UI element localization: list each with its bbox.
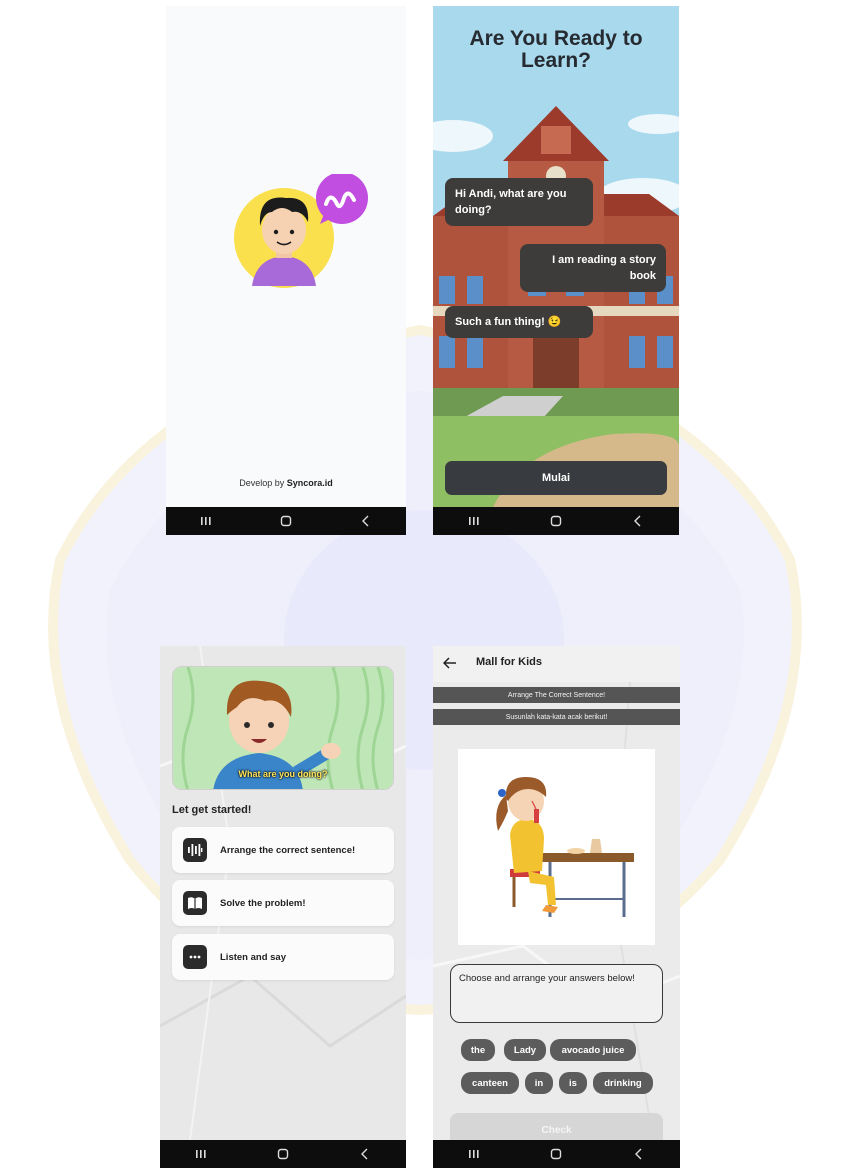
credit-brand: Syncora.id: [286, 478, 333, 488]
back-button[interactable]: [345, 1140, 385, 1168]
developer-credit: Develop by Syncora.id: [166, 478, 406, 488]
recents-icon: [196, 1150, 206, 1158]
menu-item-listen-say[interactable]: Listen and say: [172, 934, 394, 980]
word-chip[interactable]: canteen: [461, 1072, 519, 1094]
back-button[interactable]: [618, 507, 658, 535]
menu-item-label: Solve the problem!: [220, 897, 306, 909]
back-button[interactable]: [346, 507, 386, 535]
back-chevron-icon: [634, 515, 641, 527]
back-chevron-icon: [361, 1148, 368, 1160]
word-chip[interactable]: avocado juice: [550, 1039, 636, 1061]
word-chip[interactable]: drinking: [593, 1072, 653, 1094]
splash-screen: Develop by Syncora.id: [166, 6, 406, 535]
back-button[interactable]: [619, 1140, 659, 1168]
menu-screen: What are you doing? Let get started! Arr…: [160, 646, 406, 1168]
chat-dots-icon: [183, 945, 207, 969]
chat-bubble-reply: Such a fun thing! 😉: [445, 306, 593, 338]
word-chip[interactable]: is: [559, 1072, 587, 1094]
intro-title: Are You Ready to Learn?: [469, 27, 643, 72]
menu-heading: Let get started!: [172, 804, 252, 816]
credit-prefix: Develop by: [239, 478, 287, 488]
back-chevron-icon: [362, 515, 369, 527]
recents-button[interactable]: [181, 1140, 221, 1168]
waveform-icon: [183, 838, 207, 862]
app-bar: Mall for Kids: [433, 646, 680, 682]
answer-box[interactable]: Choose and arrange your answers below!: [450, 964, 663, 1023]
menu-item-label: Listen and say: [220, 951, 286, 963]
recents-button[interactable]: [186, 507, 226, 535]
word-chip[interactable]: the: [461, 1039, 495, 1061]
system-navbar: [166, 507, 406, 535]
menu-item-label: Arrange the correct sentence!: [220, 844, 356, 856]
home-icon: [550, 515, 562, 527]
chat-bubble-question: Hi Andi, what are you doing?: [445, 178, 593, 226]
word-chip[interactable]: Lady: [504, 1039, 546, 1061]
instruction-english: Arrange The Correct Sentence!: [433, 687, 680, 703]
exercise-screen: Mall for Kids Arrange The Correct Senten…: [433, 646, 680, 1168]
home-icon: [277, 1148, 289, 1160]
book-icon: [183, 891, 207, 915]
menu-item-solve-problem[interactable]: Solve the problem!: [172, 880, 394, 926]
back-chevron-icon: [634, 1148, 642, 1160]
home-button[interactable]: [266, 507, 306, 535]
arrow-left-icon[interactable]: [443, 656, 457, 670]
home-icon: [551, 1148, 562, 1160]
instruction-indonesian: Susunlah kata-kata acak berikut!: [433, 709, 680, 725]
page-title: Mall for Kids: [476, 656, 543, 668]
video-subtitle: What are you doing?: [238, 769, 328, 779]
app-logo-icon: [234, 174, 368, 288]
girl-drinking-illustration: [458, 749, 655, 945]
seal-watermark: [48, 324, 802, 1016]
video-banner[interactable]: What are you doing?: [172, 666, 394, 790]
home-button[interactable]: [536, 1140, 576, 1168]
home-button[interactable]: [263, 1140, 303, 1168]
menu-item-arrange-sentence[interactable]: Arrange the correct sentence!: [172, 827, 394, 873]
recents-icon: [469, 1150, 479, 1158]
system-navbar: [433, 1140, 680, 1168]
exercise-picture: [458, 749, 655, 945]
home-icon: [280, 515, 292, 527]
recents-icon: [469, 517, 479, 525]
home-button[interactable]: [536, 507, 576, 535]
intro-screen: Are You Ready to Learn? Hi Andi, what ar…: [433, 6, 679, 535]
system-navbar: [433, 507, 679, 535]
word-chip[interactable]: in: [525, 1072, 553, 1094]
system-navbar: [160, 1140, 406, 1168]
chat-bubble-answer: I am reading a story book: [520, 244, 666, 292]
start-button[interactable]: Mulai: [445, 461, 667, 495]
recents-button[interactable]: [454, 507, 494, 535]
recents-icon: [201, 517, 211, 525]
recents-button[interactable]: [454, 1140, 494, 1168]
